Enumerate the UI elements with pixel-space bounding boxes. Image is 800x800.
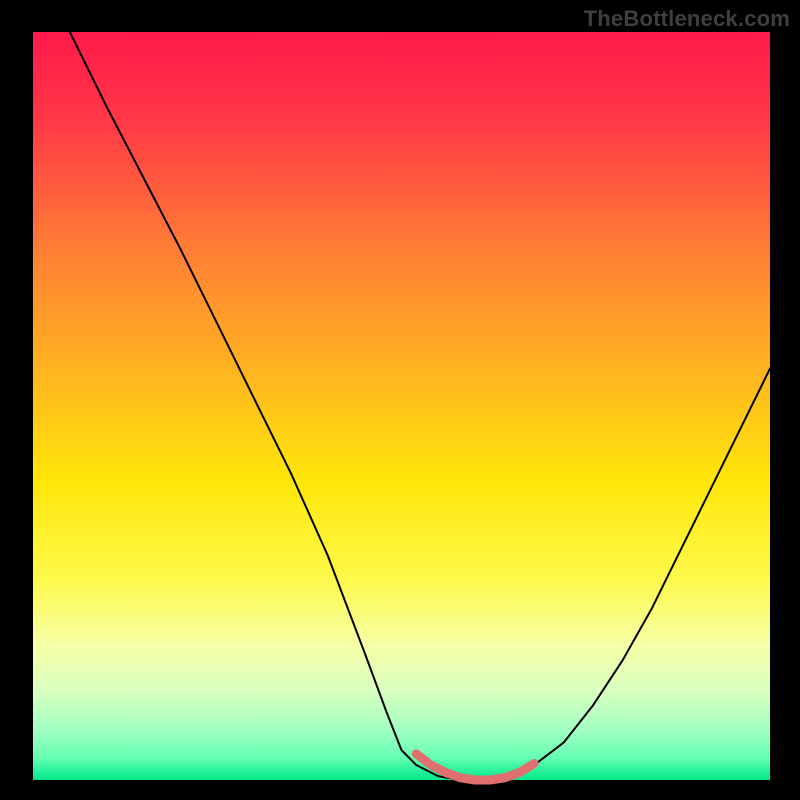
chart-stage: TheBottleneck.com [0, 0, 800, 800]
plot-background [33, 32, 770, 780]
watermark-text: TheBottleneck.com [584, 6, 790, 32]
bottleneck-chart [0, 0, 800, 800]
